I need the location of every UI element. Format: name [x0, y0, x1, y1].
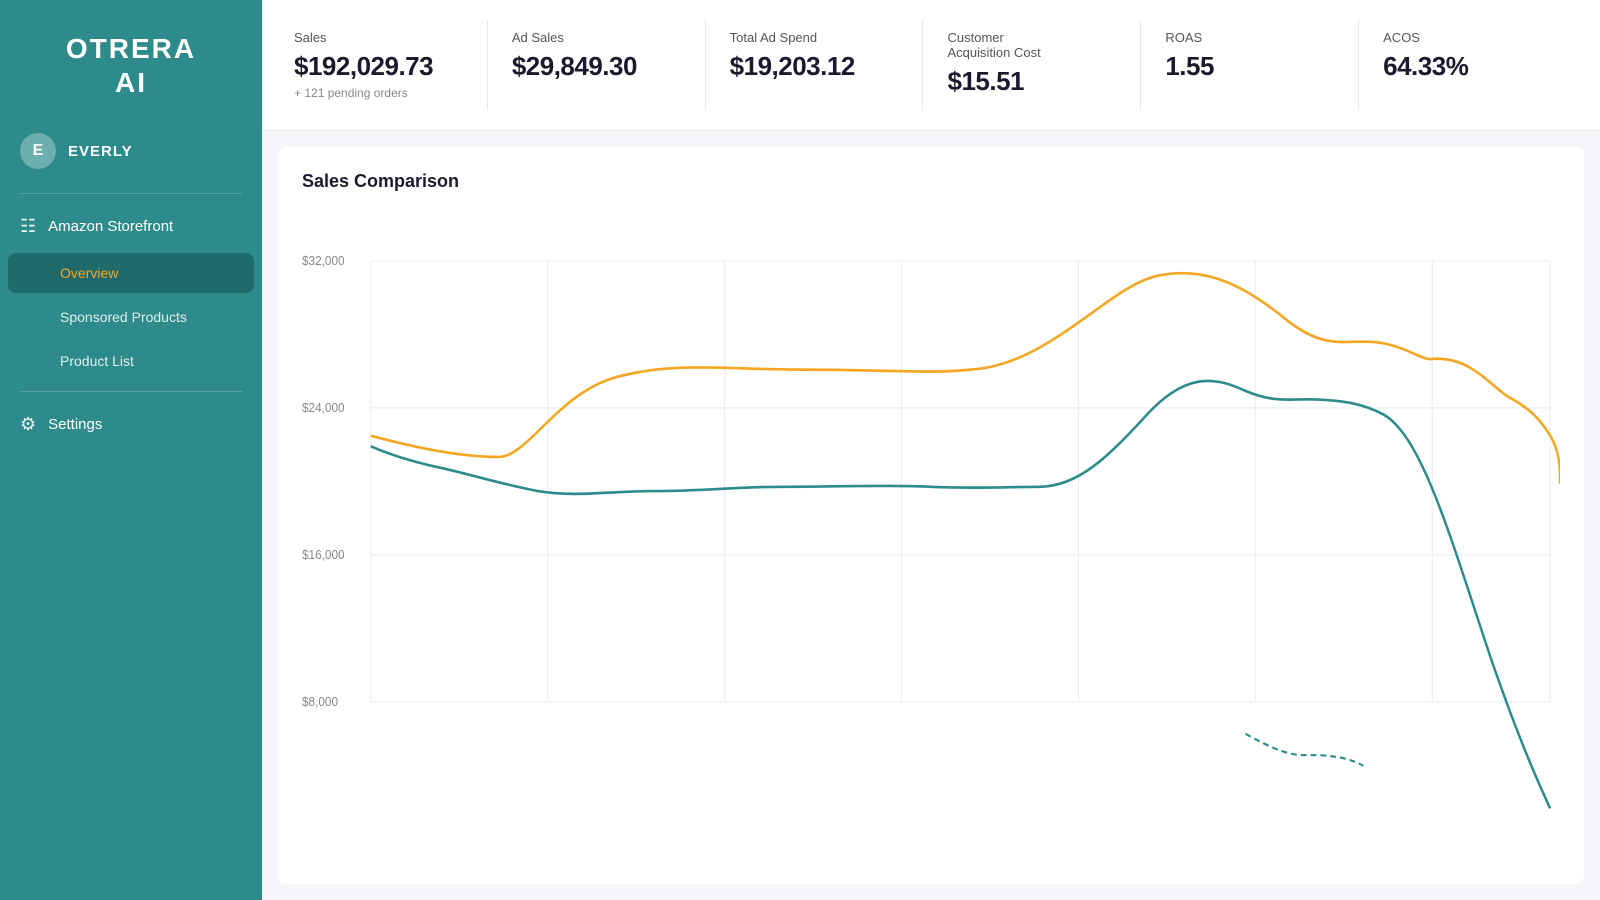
gear-icon: ⚙: [20, 414, 36, 435]
kpi-cac-value: $15.51: [947, 66, 1116, 97]
sidebar-product-list-label: Product List: [60, 353, 134, 369]
sidebar-settings-label: Settings: [48, 416, 102, 433]
kpi-cac-label: CustomerAcquisition Cost: [947, 30, 1116, 60]
kpi-sales-sub: + 121 pending orders: [294, 86, 463, 100]
divider-top: [20, 193, 242, 194]
kpi-total-ad-spend-label: Total Ad Spend: [730, 30, 899, 45]
sidebar: OTRERAAI E EVERLY ☷ Amazon Storefront Ov…: [0, 0, 262, 900]
chart-container: $32,000 $24,000 $16,000 $8,000: [302, 212, 1560, 851]
kpi-sales: Sales $192,029.73 + 121 pending orders: [286, 20, 488, 110]
kpi-acos-value: 64.33%: [1383, 51, 1552, 82]
kpi-roas: ROAS 1.55: [1141, 20, 1359, 110]
kpi-roas-label: ROAS: [1165, 30, 1334, 45]
main-content: Sales $192,029.73 + 121 pending orders A…: [262, 0, 1600, 900]
kpi-ad-sales: Ad Sales $29,849.30: [488, 20, 706, 110]
orange-line: [371, 273, 1560, 483]
divider-bottom: [20, 391, 242, 392]
avatar: E: [20, 133, 56, 169]
sidebar-item-settings[interactable]: ⚙ Settings: [0, 400, 262, 449]
kpi-roas-value: 1.55: [1165, 51, 1334, 82]
kpi-row: Sales $192,029.73 + 121 pending orders A…: [262, 0, 1600, 131]
sidebar-item-amazon-storefront[interactable]: ☷ Amazon Storefront: [0, 202, 262, 251]
user-area: E EVERLY: [0, 123, 262, 185]
sidebar-overview-label: Overview: [60, 265, 118, 281]
kpi-acos-label: ACOS: [1383, 30, 1552, 45]
chart-title: Sales Comparison: [302, 171, 1560, 192]
sidebar-amazon-storefront-label: Amazon Storefront: [48, 218, 173, 235]
store-icon: ☷: [20, 216, 36, 237]
logo-area: OTRERAAI: [0, 0, 262, 123]
kpi-ad-sales-value: $29,849.30: [512, 51, 681, 82]
kpi-ad-sales-label: Ad Sales: [512, 30, 681, 45]
sidebar-sponsored-label: Sponsored Products: [60, 309, 187, 325]
y-label-24k: $24,000: [302, 401, 345, 416]
sidebar-item-product-list[interactable]: Product List: [8, 341, 254, 381]
y-label-8k: $8,000: [302, 695, 338, 710]
sales-comparison-chart: $32,000 $24,000 $16,000 $8,000: [302, 212, 1560, 851]
kpi-sales-value: $192,029.73: [294, 51, 463, 82]
kpi-total-ad-spend-value: $19,203.12: [730, 51, 899, 82]
y-label-16k: $16,000: [302, 548, 345, 563]
sidebar-item-sponsored-products[interactable]: Sponsored Products: [8, 297, 254, 337]
teal-dashed-line: [1246, 734, 1364, 766]
kpi-sales-label: Sales: [294, 30, 463, 45]
user-name: EVERLY: [68, 143, 133, 160]
chart-section: Sales Comparison $32,000 $24,000 $16,000…: [278, 147, 1584, 884]
kpi-acos: ACOS 64.33%: [1359, 20, 1576, 110]
kpi-cac: CustomerAcquisition Cost $15.51: [923, 20, 1141, 110]
kpi-total-ad-spend: Total Ad Spend $19,203.12: [706, 20, 924, 110]
sidebar-item-overview[interactable]: Overview: [8, 253, 254, 293]
logo: OTRERAAI: [66, 32, 196, 99]
y-label-32k: $32,000: [302, 254, 345, 269]
